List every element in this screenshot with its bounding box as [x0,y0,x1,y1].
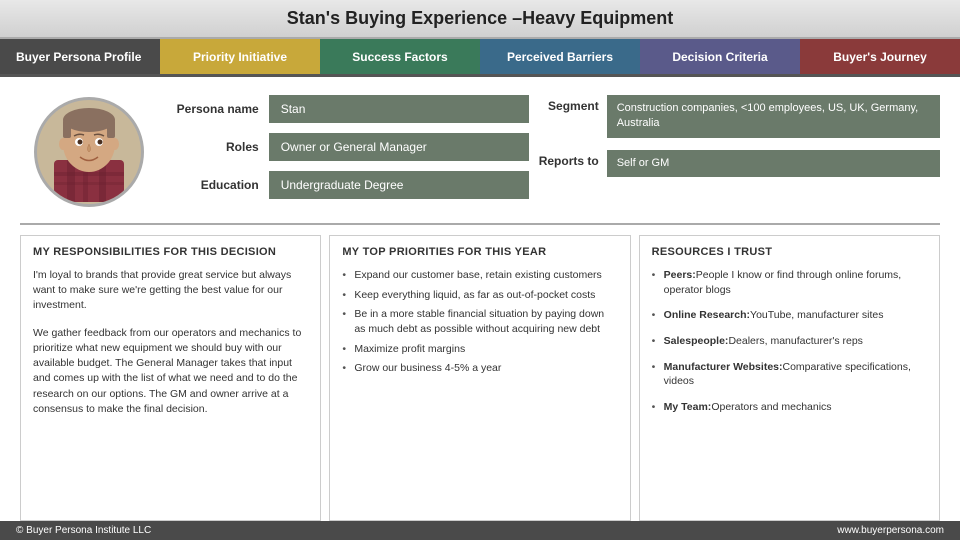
responsibilities-para2: We gather feedback from our operators an… [33,326,308,417]
segment-row: Segment Construction companies, <100 emp… [529,95,940,138]
responsibilities-para1: I'm loyal to brands that provide great s… [33,268,308,314]
responsibilities-column: MY RESPONSIBILITIES FOR THIS DECISION I'… [20,235,321,521]
list-item: Expand our customer base, retain existin… [342,268,617,283]
resources-column: RESOURCES I TRUST Peers:People I know or… [639,235,940,521]
page-title: Stan's Buying Experience –Heavy Equipmen… [0,0,960,39]
persona-name-value: Stan [269,95,529,123]
resource-label-salespeople: Salespeople: [664,335,729,347]
reports-to-label: Reports to [529,150,599,168]
resource-label-peers: Peers: [664,269,696,281]
list-item: Be in a more stable financial situation … [342,307,617,336]
segment-label: Segment [529,95,599,113]
avatar [34,97,144,207]
roles-label: Roles [159,140,259,154]
education-value: Undergraduate Degree [269,171,529,199]
priorities-title: MY TOP PRIORITIES FOR THIS YEAR [342,246,617,258]
list-item: Keep everything liquid, as far as out-of… [342,288,617,303]
tab-profile[interactable]: Buyer Persona Profile [0,39,160,74]
resource-text-salespeople: Dealers, manufacturer's reps [728,335,862,347]
responsibilities-title: MY RESPONSIBILITIES FOR THIS DECISION [33,246,308,258]
resource-text-online: YouTube, manufacturer sites [750,309,883,321]
resources-title: RESOURCES I TRUST [652,246,927,258]
resource-item-peers: Peers:People I know or find through onli… [652,268,927,297]
resource-label-online: Online Research: [664,309,750,321]
education-row: Education Undergraduate Degree [159,171,529,199]
tab-priority[interactable]: Priority Initiative [160,39,320,74]
reports-to-row: Reports to Self or GM [529,150,940,177]
footer: © Buyer Persona Institute LLC www.buyerp… [0,521,960,540]
reports-to-value: Self or GM [607,150,940,177]
footer-left: © Buyer Persona Institute LLC [16,525,151,536]
education-label: Education [159,178,259,192]
bottom-section: MY RESPONSIBILITIES FOR THIS DECISION I'… [20,223,940,521]
profile-section: Persona name Stan Roles Owner or General… [20,87,940,207]
resource-label-team: My Team: [664,401,712,413]
tab-success[interactable]: Success Factors [320,39,480,74]
priorities-list: Expand our customer base, retain existin… [342,268,617,381]
resource-item-team: My Team:Operators and mechanics [652,400,927,415]
footer-right: www.buyerpersona.com [837,525,944,536]
list-item: Maximize profit margins [342,342,617,357]
main-content: Persona name Stan Roles Owner or General… [0,77,960,521]
tab-decision[interactable]: Decision Criteria [640,39,800,74]
avatar-area [20,87,159,207]
tab-navigation: Buyer Persona Profile Priority Initiativ… [0,39,960,77]
fields-area: Persona name Stan Roles Owner or General… [159,87,529,199]
segment-value: Construction companies, <100 employees, … [607,95,940,138]
resource-label-manufacturer: Manufacturer Websites: [664,361,783,373]
resource-text-peers: People I know or find through online for… [664,269,902,296]
list-item: Grow our business 4-5% a year [342,361,617,376]
resource-item-salespeople: Salespeople:Dealers, manufacturer's reps [652,334,927,349]
resource-text-team: Operators and mechanics [711,401,831,413]
persona-name-label: Persona name [159,102,259,116]
roles-value: Owner or General Manager [269,133,529,161]
priorities-column: MY TOP PRIORITIES FOR THIS YEAR Expand o… [329,235,630,521]
roles-row: Roles Owner or General Manager [159,133,529,161]
resource-item-online: Online Research:YouTube, manufacturer si… [652,308,927,323]
segment-area: Segment Construction companies, <100 emp… [529,87,940,177]
persona-name-row: Persona name Stan [159,95,529,123]
resource-item-manufacturer: Manufacturer Websites:Comparative specif… [652,360,927,389]
tab-barriers[interactable]: Perceived Barriers [480,39,640,74]
tab-journey[interactable]: Buyer's Journey [800,39,960,74]
